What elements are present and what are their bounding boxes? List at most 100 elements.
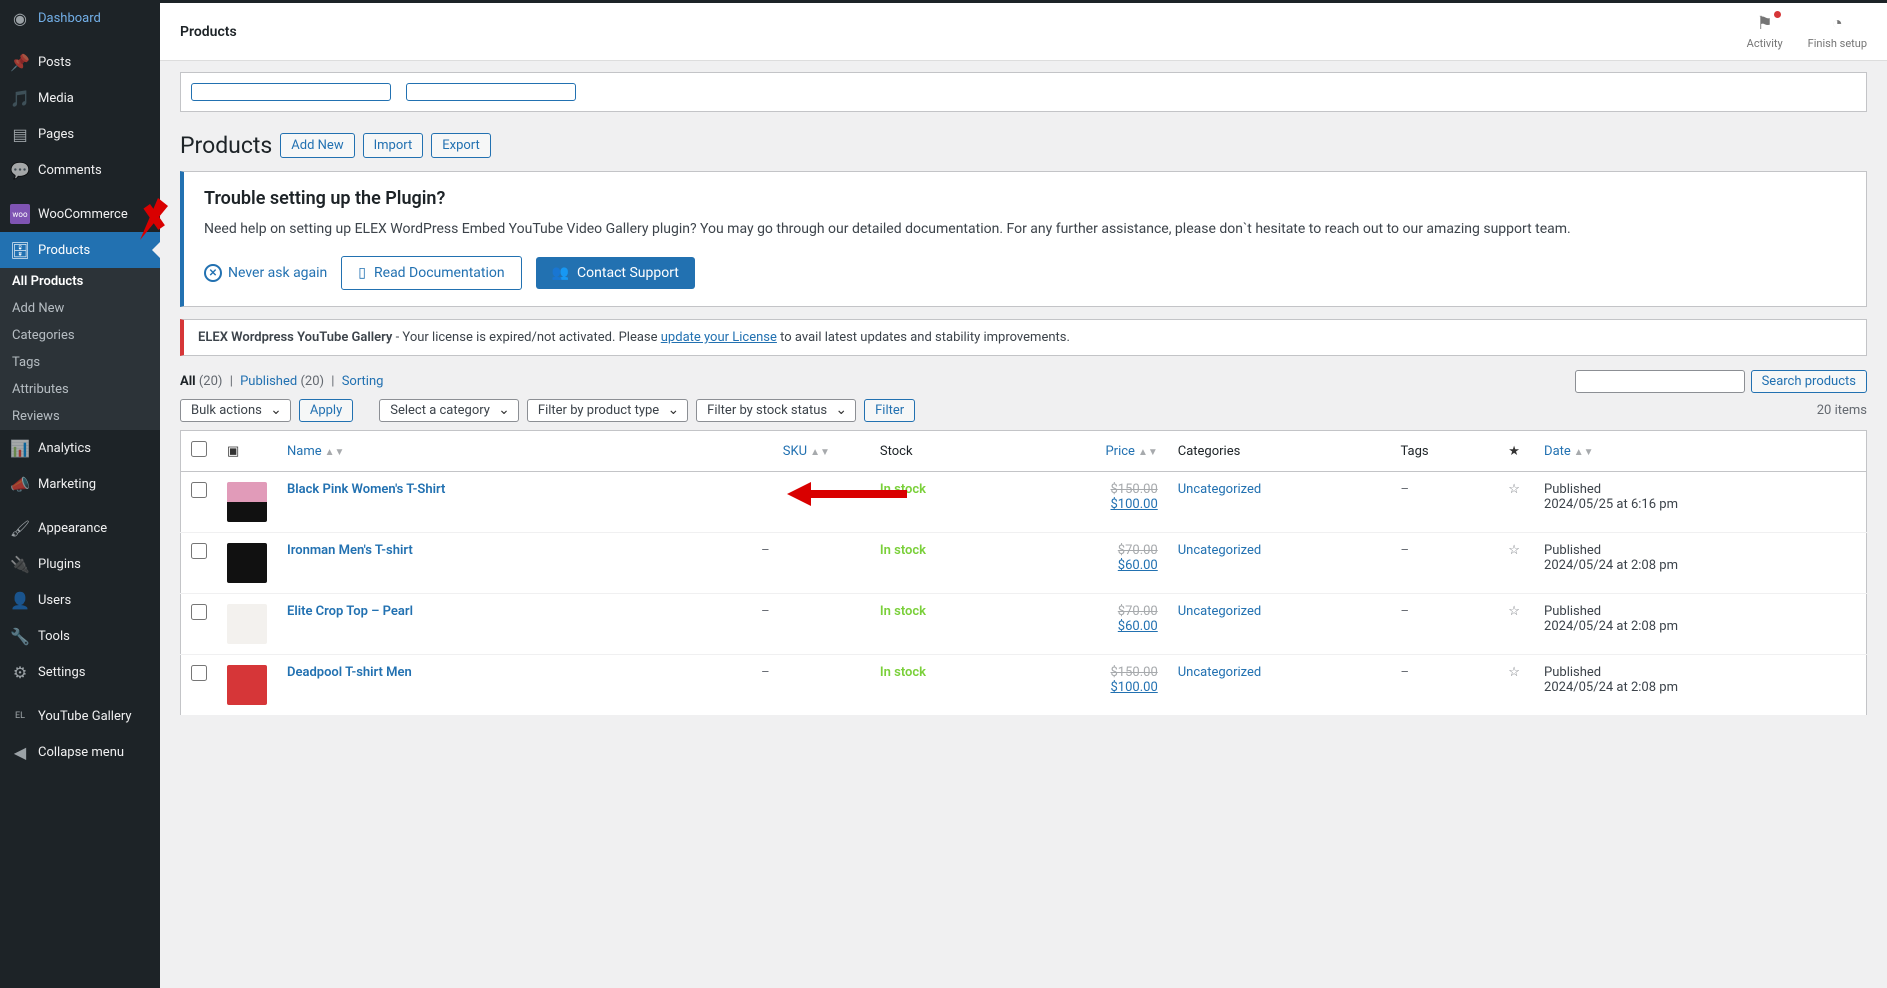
filter-published[interactable]: Published	[240, 374, 297, 389]
featured-star-icon[interactable]: ☆	[1508, 665, 1520, 680]
read-documentation-button[interactable]: ▯ Read Documentation	[341, 256, 521, 290]
sidebar-item-users[interactable]: 👤Users	[0, 582, 160, 618]
stock-status: In stock	[880, 543, 926, 558]
sidebar-label: Dashboard	[38, 11, 101, 26]
sidebar-item-products[interactable]: 🗄Products	[0, 232, 160, 268]
product-thumbnail[interactable]	[227, 604, 267, 644]
sidebar-item-comments[interactable]: 💬Comments	[0, 152, 160, 188]
stub-button[interactable]	[406, 83, 576, 101]
notice-heading: Trouble setting up the Plugin?	[204, 188, 1846, 209]
product-name-link[interactable]: Deadpool T-shirt Men	[287, 665, 412, 680]
sidebar-item-youtube-gallery[interactable]: ELYouTube Gallery	[0, 698, 160, 734]
add-new-button[interactable]: Add New	[280, 133, 354, 158]
book-icon: ▯	[358, 265, 366, 281]
update-license-link[interactable]: update your License	[661, 330, 777, 345]
submenu-categories[interactable]: Categories	[0, 322, 160, 349]
column-categories[interactable]: Categories	[1168, 431, 1391, 472]
sidebar-item-media[interactable]: 🎵Media	[0, 80, 160, 116]
filter-button[interactable]: Filter	[864, 399, 915, 422]
sidebar-label: Plugins	[38, 557, 81, 572]
price-new[interactable]: $100.00	[1022, 680, 1158, 695]
filter-all[interactable]: All	[180, 374, 196, 389]
support-icon: 👥	[552, 265, 569, 281]
product-thumbnail[interactable]	[227, 482, 267, 522]
category-link[interactable]: Uncategorized	[1178, 604, 1261, 619]
product-name-link[interactable]: Ironman Men's T-shirt	[287, 543, 413, 558]
bulk-actions-select[interactable]: Bulk actions	[180, 399, 291, 422]
submenu-attributes[interactable]: Attributes	[0, 376, 160, 403]
analytics-icon: 📊	[10, 438, 30, 458]
sidebar-label: Comments	[38, 163, 102, 178]
sidebar-item-plugins[interactable]: 🔌Plugins	[0, 546, 160, 582]
column-sku[interactable]: SKU▲▼	[661, 431, 870, 472]
price-new[interactable]: $100.00	[1022, 497, 1158, 512]
column-featured[interactable]: ★	[1494, 431, 1534, 472]
product-type-select[interactable]: Filter by product type	[527, 399, 688, 422]
category-link[interactable]: Uncategorized	[1178, 482, 1261, 497]
dashboard-icon: ◉	[10, 8, 30, 28]
sidebar-item-collapse[interactable]: ◀Collapse menu	[0, 734, 160, 770]
pin-icon: 📌	[10, 52, 30, 72]
sidebar-item-analytics[interactable]: 📊Analytics	[0, 430, 160, 466]
row-checkbox[interactable]	[191, 543, 207, 559]
row-checkbox[interactable]	[191, 665, 207, 681]
sidebar-item-woocommerce[interactable]: wooWooCommerce	[0, 196, 160, 232]
sidebar-item-marketing[interactable]: 📣Marketing	[0, 466, 160, 502]
table-row: Elite Crop Top – Pearl–In stock$70.00$60…	[181, 594, 1867, 655]
search-input[interactable]	[1575, 370, 1745, 393]
price-old: $150.00	[1022, 482, 1158, 497]
finish-setup-button[interactable]: ◔ Finish setup	[1808, 13, 1867, 50]
search-products-button[interactable]: Search products	[1751, 370, 1867, 393]
license-text: to avail latest updates and stability im…	[777, 330, 1070, 345]
page-title: Products	[180, 132, 272, 159]
featured-star-icon[interactable]: ☆	[1508, 482, 1520, 497]
stock-status: In stock	[880, 665, 926, 680]
featured-star-icon[interactable]: ☆	[1508, 543, 1520, 558]
column-stock[interactable]: Stock	[870, 431, 1012, 472]
sidebar-label: Media	[38, 91, 74, 106]
stock-status-select[interactable]: Filter by stock status	[696, 399, 856, 422]
submenu-reviews[interactable]: Reviews	[0, 403, 160, 430]
page-header: Products Add New Import Export	[180, 132, 1867, 159]
sidebar-item-appearance[interactable]: 🖌Appearance	[0, 510, 160, 546]
product-thumbnail[interactable]	[227, 543, 267, 583]
product-name-link[interactable]: Elite Crop Top – Pearl	[287, 604, 413, 619]
category-link[interactable]: Uncategorized	[1178, 665, 1261, 680]
price-old: $70.00	[1022, 543, 1158, 558]
sidebar-item-dashboard[interactable]: ◉ Dashboard	[0, 0, 160, 36]
products-table: ▣ Name▲▼ SKU▲▼ Stock Price▲▼ Categories …	[180, 430, 1867, 716]
main-content: Products Add New Import Export Trouble s…	[160, 0, 1887, 726]
category-link[interactable]: Uncategorized	[1178, 543, 1261, 558]
submenu-all-products[interactable]: All Products	[0, 268, 160, 295]
sidebar-item-tools[interactable]: 🔧Tools	[0, 618, 160, 654]
sidebar-item-posts[interactable]: 📌Posts	[0, 44, 160, 80]
submenu-tags[interactable]: Tags	[0, 349, 160, 376]
price-new[interactable]: $60.00	[1022, 619, 1158, 634]
submenu-add-new[interactable]: Add New	[0, 295, 160, 322]
sidebar-submenu: All Products Add New Categories Tags Att…	[0, 268, 160, 430]
activity-button[interactable]: ⚑ Activity	[1747, 13, 1783, 50]
apply-button[interactable]: Apply	[299, 399, 353, 422]
export-button[interactable]: Export	[431, 133, 491, 158]
contact-support-button[interactable]: 👥 Contact Support	[536, 257, 695, 289]
column-date[interactable]: Date▲▼	[1534, 431, 1866, 472]
row-checkbox[interactable]	[191, 482, 207, 498]
sidebar-item-settings[interactable]: ⚙Settings	[0, 654, 160, 690]
column-price[interactable]: Price▲▼	[1012, 431, 1168, 472]
stub-button[interactable]	[191, 83, 391, 101]
sidebar-item-pages[interactable]: ▤Pages	[0, 116, 160, 152]
product-name-link[interactable]: Black Pink Women's T-Shirt	[287, 482, 445, 497]
collapse-icon: ◀	[10, 742, 30, 762]
import-button[interactable]: Import	[363, 133, 424, 158]
featured-star-icon[interactable]: ☆	[1508, 604, 1520, 619]
column-name[interactable]: Name▲▼	[277, 431, 661, 472]
price-new[interactable]: $60.00	[1022, 558, 1158, 573]
never-ask-again-link[interactable]: ✕ Never ask again	[204, 264, 327, 282]
filter-sorting[interactable]: Sorting	[342, 374, 384, 389]
row-checkbox[interactable]	[191, 604, 207, 620]
product-thumbnail[interactable]	[227, 665, 267, 705]
column-tags[interactable]: Tags	[1390, 431, 1494, 472]
category-select[interactable]: Select a category	[379, 399, 519, 422]
license-notice: ELEX Wordpress YouTube Gallery - Your li…	[180, 319, 1867, 356]
select-all-checkbox[interactable]	[191, 441, 207, 457]
